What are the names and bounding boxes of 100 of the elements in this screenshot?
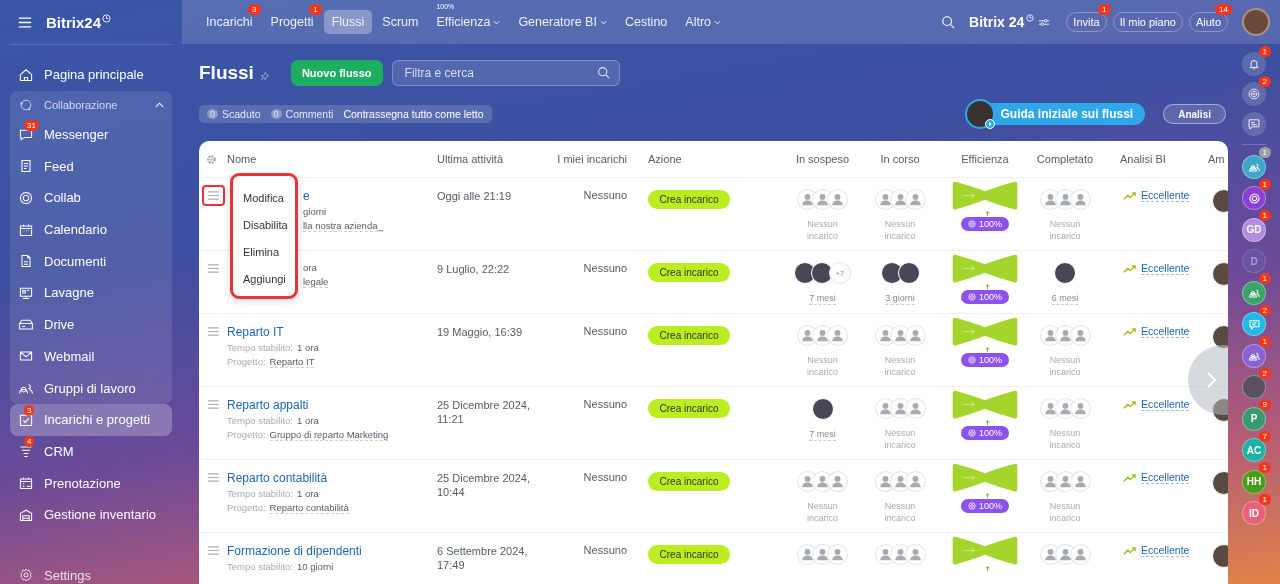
- pin-icon[interactable]: [259, 71, 269, 81]
- empty-avatars-drawing: [1039, 325, 1091, 346]
- analysis-button[interactable]: Analisi: [1163, 104, 1226, 124]
- settings-item[interactable]: Settings: [10, 559, 172, 584]
- contact-avatar[interactable]: [1242, 280, 1266, 305]
- column-header[interactable]: Completato: [1035, 153, 1095, 165]
- nav-tab[interactable]: Scrum: [374, 10, 427, 34]
- column-header[interactable]: I miei incarichi: [557, 153, 637, 165]
- column-header[interactable]: Ultima attività: [437, 153, 557, 165]
- sidebar-item[interactable]: Pagina principale: [10, 59, 172, 91]
- flow-name-link[interactable]: e: [303, 189, 310, 203]
- sidebar-item[interactable]: Lavagne: [10, 277, 172, 309]
- menu-item[interactable]: Elimina: [243, 238, 295, 265]
- create-task-button[interactable]: Crea incarico: [648, 190, 730, 209]
- nav-tab[interactable]: Efficienza: [428, 10, 509, 34]
- column-header[interactable]: Azione: [637, 153, 780, 165]
- menu-item[interactable]: Disabilita: [243, 211, 295, 238]
- create-task-button[interactable]: Crea incarico: [648, 263, 730, 282]
- sliders-icon[interactable]: [1038, 17, 1051, 27]
- counter-filter[interactable]: 0 Scaduto: [207, 108, 261, 120]
- menu-icon[interactable]: [18, 16, 32, 28]
- nav-tab[interactable]: Altro: [677, 10, 729, 34]
- avatar-photo[interactable]: [897, 262, 920, 284]
- page-title: Flussi: [199, 62, 254, 84]
- sidebar-item[interactable]: Documenti: [10, 245, 172, 278]
- rail-button[interactable]: [1242, 52, 1266, 76]
- column-header[interactable]: In corso: [865, 153, 935, 165]
- table-cell-text: Nessuno: [582, 325, 628, 337]
- sidebar-item[interactable]: Gestione inventario: [10, 498, 172, 531]
- stage-empty-text: Nessun incarico: [1048, 354, 1082, 378]
- bi-rating-link[interactable]: Eccellente: [1141, 189, 1190, 202]
- stage-duration-link[interactable]: 3 giorni: [885, 292, 915, 305]
- sidebar-item[interactable]: Calendario: [10, 213, 172, 246]
- efficiency-badge: 100%: [961, 353, 1009, 367]
- table-cell-text: Nessuno: [582, 262, 628, 274]
- sidebar-item[interactable]: Webmail: [10, 340, 172, 373]
- sidebar-item[interactable]: 3 Incarichi e progetti: [10, 403, 172, 436]
- search-icon[interactable]: [596, 66, 610, 79]
- drag-handle-icon[interactable]: [201, 185, 225, 206]
- avatar-photo[interactable]: [811, 398, 834, 420]
- menu-item[interactable]: Modifica: [243, 184, 295, 211]
- project-link[interactable]: Reparto IT: [269, 356, 315, 368]
- menu-item[interactable]: Aggiungi: [243, 265, 295, 292]
- rail-button[interactable]: [1242, 112, 1266, 136]
- funnel-drawing: [951, 390, 1019, 426]
- counter-badge: 1: [1258, 147, 1271, 158]
- sidebar-item[interactable]: Feed: [10, 150, 172, 183]
- flow-name-link[interactable]: Reparto contabilità: [227, 471, 328, 485]
- rail-button[interactable]: [1242, 82, 1266, 106]
- sidebar-item[interactable]: 31 Messenger: [10, 118, 172, 151]
- stage-duration-link[interactable]: 6 mesi: [1051, 292, 1079, 305]
- column-header[interactable]: Am: [1204, 153, 1228, 165]
- contact-avatar[interactable]: P: [1242, 406, 1266, 431]
- mark-all-read-link[interactable]: Contrassegna tutto come letto: [343, 108, 484, 120]
- bi-rating-link[interactable]: Eccellente: [1141, 325, 1190, 338]
- contact-avatar[interactable]: [1242, 186, 1266, 210]
- contact-avatar[interactable]: [1242, 154, 1266, 179]
- bi-rating-link[interactable]: Eccellente: [1141, 471, 1190, 484]
- create-task-button[interactable]: Crea incarico: [648, 472, 730, 491]
- stage-duration-link[interactable]: 7 mesi: [809, 292, 836, 305]
- calendar-icon: [18, 475, 34, 492]
- bi-rating-link[interactable]: Eccellente: [1141, 262, 1190, 275]
- column-header[interactable]: Analisi BI: [1095, 153, 1204, 165]
- counter-badge: 1: [1098, 4, 1111, 15]
- column-header[interactable]: Nome: [227, 153, 437, 165]
- avatar-photo[interactable]: [1054, 262, 1076, 284]
- column-header[interactable]: Efficienza: [935, 153, 1035, 165]
- contact-avatar[interactable]: HH: [1242, 469, 1266, 494]
- flow-name-link[interactable]: Reparto appalti: [227, 398, 309, 412]
- sidebar-item[interactable]: 4 CRM: [10, 435, 172, 468]
- search-icon[interactable]: [941, 15, 956, 29]
- contact-avatar[interactable]: ID: [1242, 501, 1266, 525]
- trend-up-icon: [1123, 546, 1136, 555]
- more-count[interactable]: +7: [829, 262, 851, 284]
- bi-rating-link[interactable]: Eccellente: [1141, 398, 1190, 411]
- create-task-button[interactable]: Crea incarico: [648, 326, 730, 345]
- create-task-button[interactable]: Crea incarico: [648, 545, 730, 564]
- nav-tab[interactable]: Generatore BI: [510, 10, 615, 34]
- flow-name-link[interactable]: Formazione di dipendenti: [227, 544, 362, 558]
- contact-avatar[interactable]: [1242, 343, 1266, 368]
- project-link[interactable]: lla nostra azienda_: [303, 220, 383, 232]
- counter-filter[interactable]: 0 Commenti: [270, 108, 334, 120]
- sidebar-item[interactable]: Collab: [10, 182, 172, 214]
- column-header[interactable]: In sospeso: [780, 153, 865, 165]
- user-avatar[interactable]: [1242, 8, 1270, 36]
- project-link[interactable]: Reparto contabilità: [269, 502, 349, 514]
- sidebar-item[interactable]: Drive: [10, 308, 172, 341]
- project-link[interactable]: Gruppo di reparto Marketing: [269, 429, 389, 441]
- contact-avatar[interactable]: [1242, 312, 1266, 336]
- create-task-button[interactable]: Crea incarico: [648, 399, 730, 418]
- sidebar-item[interactable]: Prenotazione: [10, 467, 172, 499]
- stage-duration-link[interactable]: 7 mesi: [809, 428, 836, 441]
- nav-tab[interactable]: Cestino: [616, 10, 676, 34]
- flow-name-link[interactable]: Reparto IT: [227, 325, 284, 339]
- project-link[interactable]: legale: [303, 276, 329, 288]
- avatar-photo[interactable]: [811, 262, 833, 284]
- settings-icon[interactable]: [206, 153, 217, 165]
- sidebar-group-header[interactable]: Collaborazione: [10, 90, 172, 119]
- sidebar-item[interactable]: Gruppi di lavoro: [10, 372, 172, 404]
- bi-rating-link[interactable]: Eccellente: [1141, 544, 1190, 557]
